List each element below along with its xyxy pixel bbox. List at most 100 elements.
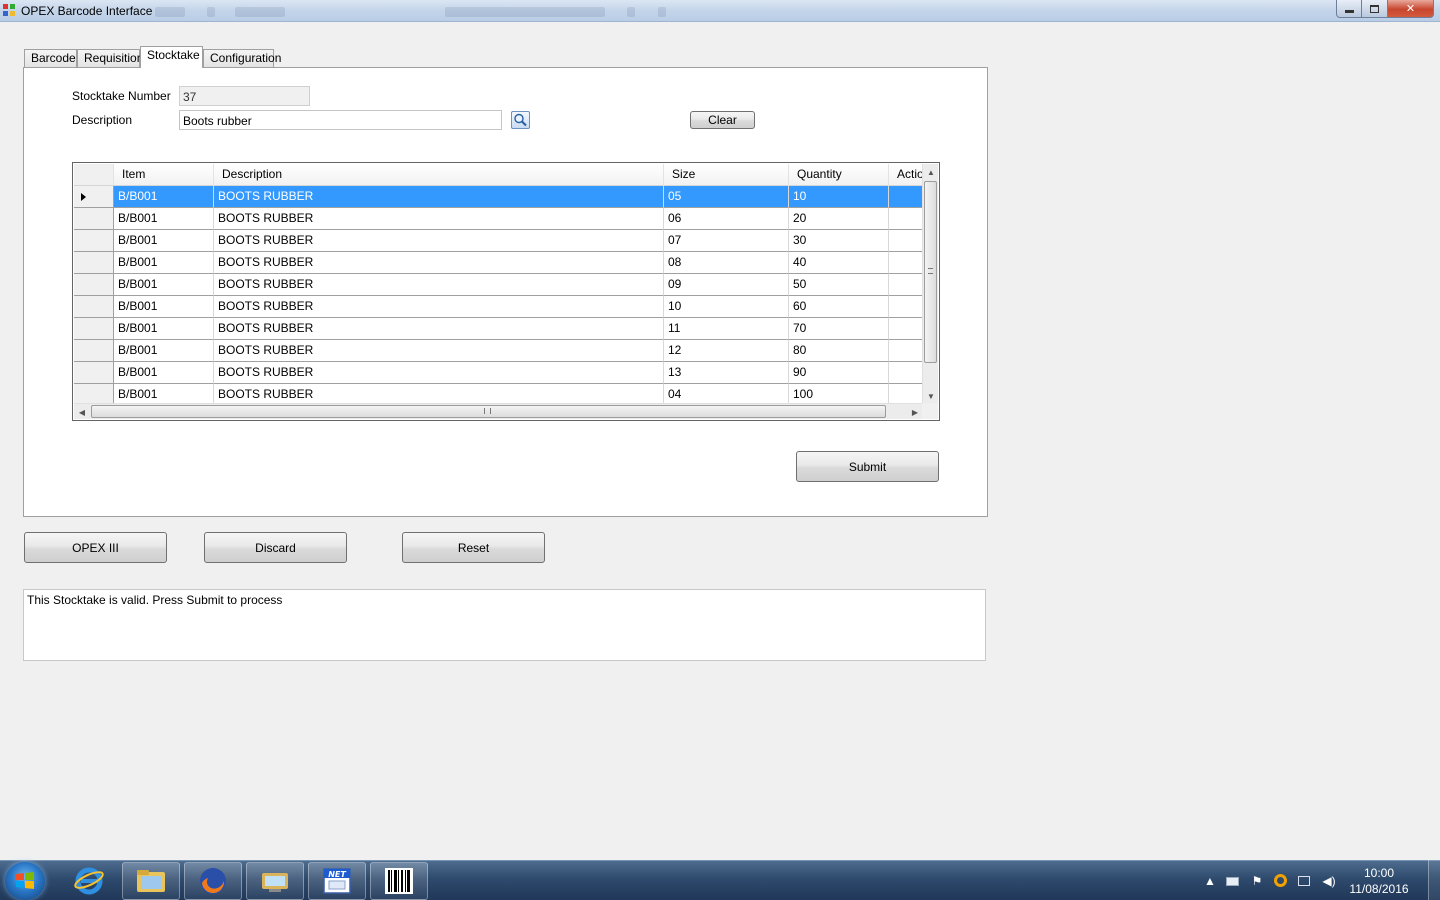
cell-description[interactable]: BOOTS RUBBER xyxy=(214,230,664,252)
maximize-button[interactable] xyxy=(1362,0,1388,18)
network-adapter-icon[interactable] xyxy=(1226,874,1240,888)
cell-item[interactable]: B/B001 xyxy=(114,186,214,208)
cell-action[interactable] xyxy=(889,296,924,318)
cell-item[interactable]: B/B001 xyxy=(114,296,214,318)
row-header[interactable] xyxy=(74,318,114,340)
column-header-quantity[interactable]: Quantity xyxy=(789,164,889,186)
column-header-size[interactable]: Size xyxy=(664,164,789,186)
cell-action[interactable] xyxy=(889,318,924,340)
cell-quantity[interactable]: 60 xyxy=(789,296,889,318)
row-header[interactable] xyxy=(74,340,114,362)
cell-description[interactable]: BOOTS RUBBER xyxy=(214,340,664,362)
tab-stocktake[interactable]: Stocktake xyxy=(140,46,203,68)
cell-action[interactable] xyxy=(889,362,924,384)
cell-description[interactable]: BOOTS RUBBER xyxy=(214,274,664,296)
tab-barcode[interactable]: Barcode xyxy=(24,49,77,67)
firefox-button[interactable] xyxy=(184,862,242,900)
cell-action[interactable] xyxy=(889,274,924,296)
cell-description[interactable]: BOOTS RUBBER xyxy=(214,252,664,274)
cell-description[interactable]: BOOTS RUBBER xyxy=(214,318,664,340)
scroll-up-icon[interactable]: ▲ xyxy=(923,164,939,180)
cell-item[interactable]: B/B001 xyxy=(114,208,214,230)
start-orb[interactable] xyxy=(5,862,45,900)
column-header-description[interactable]: Description xyxy=(214,164,664,186)
row-header[interactable] xyxy=(74,252,114,274)
stocktake-grid[interactable]: Item Description Size Quantity Action B/… xyxy=(72,162,940,421)
action-center-flag-icon[interactable]: ⚑ xyxy=(1250,874,1264,888)
table-row[interactable]: B/B001 BOOTS RUBBER 05 10 xyxy=(74,186,924,208)
table-row[interactable]: B/B001 BOOTS RUBBER 12 80 xyxy=(74,340,924,362)
submit-button[interactable]: Submit xyxy=(796,451,939,482)
cell-size[interactable]: 13 xyxy=(664,362,789,384)
cell-description[interactable]: BOOTS RUBBER xyxy=(214,296,664,318)
cell-description[interactable]: BOOTS RUBBER xyxy=(214,208,664,230)
row-header[interactable] xyxy=(74,186,114,208)
cell-action[interactable] xyxy=(889,252,924,274)
cell-quantity[interactable]: 40 xyxy=(789,252,889,274)
dotnet-app-button[interactable]: NET xyxy=(308,862,366,900)
scroll-right-icon[interactable]: ▶ xyxy=(907,404,923,420)
cell-item[interactable]: B/B001 xyxy=(114,230,214,252)
row-header[interactable] xyxy=(74,362,114,384)
cell-action[interactable] xyxy=(889,340,924,362)
cell-item[interactable]: B/B001 xyxy=(114,340,214,362)
table-row[interactable]: B/B001 BOOTS RUBBER 13 90 xyxy=(74,362,924,384)
cell-size[interactable]: 08 xyxy=(664,252,789,274)
table-row[interactable]: B/B001 BOOTS RUBBER 11 70 xyxy=(74,318,924,340)
grid-vertical-scrollbar[interactable]: ▲ ▼ xyxy=(922,164,938,404)
table-row[interactable]: B/B001 BOOTS RUBBER 09 50 xyxy=(74,274,924,296)
reset-button[interactable]: Reset xyxy=(402,532,545,563)
table-row[interactable]: B/B001 BOOTS RUBBER 06 20 xyxy=(74,208,924,230)
opex-button[interactable]: OPEX III xyxy=(24,532,167,563)
column-header-item[interactable]: Item xyxy=(114,164,214,186)
cell-size[interactable]: 12 xyxy=(664,340,789,362)
row-header[interactable] xyxy=(74,296,114,318)
cell-action[interactable] xyxy=(889,230,924,252)
cell-size[interactable]: 05 xyxy=(664,186,789,208)
cell-quantity[interactable]: 80 xyxy=(789,340,889,362)
cell-size[interactable]: 07 xyxy=(664,230,789,252)
table-row[interactable]: B/B001 BOOTS RUBBER 08 40 xyxy=(74,252,924,274)
table-row[interactable]: B/B001 BOOTS RUBBER 07 30 xyxy=(74,230,924,252)
stocktake-number-field[interactable]: 37 xyxy=(179,86,310,106)
cell-quantity[interactable]: 30 xyxy=(789,230,889,252)
update-status-icon[interactable] xyxy=(1274,874,1288,888)
vertical-scroll-thumb[interactable] xyxy=(924,181,937,363)
scroll-left-icon[interactable]: ◀ xyxy=(74,404,90,420)
close-button[interactable]: ✕ xyxy=(1388,0,1434,18)
row-header[interactable] xyxy=(74,230,114,252)
file-explorer-button[interactable] xyxy=(122,862,180,900)
cell-action[interactable] xyxy=(889,186,924,208)
internet-explorer-button[interactable] xyxy=(60,862,118,900)
cell-size[interactable]: 10 xyxy=(664,296,789,318)
row-header[interactable] xyxy=(74,208,114,230)
row-header[interactable] xyxy=(74,274,114,296)
cell-quantity[interactable]: 10 xyxy=(789,186,889,208)
cell-item[interactable]: B/B001 xyxy=(114,362,214,384)
cell-quantity[interactable]: 90 xyxy=(789,362,889,384)
clear-button[interactable]: Clear xyxy=(690,111,755,129)
cell-size[interactable]: 09 xyxy=(664,274,789,296)
cell-description[interactable]: BOOTS RUBBER xyxy=(214,186,664,208)
cell-description[interactable]: BOOTS RUBBER xyxy=(214,362,664,384)
description-field[interactable]: Boots rubber xyxy=(179,110,502,130)
cell-size[interactable]: 06 xyxy=(664,208,789,230)
cell-item[interactable]: B/B001 xyxy=(114,318,214,340)
cell-quantity[interactable]: 70 xyxy=(789,318,889,340)
volume-icon[interactable]: ◀) xyxy=(1322,874,1336,888)
cell-item[interactable]: B/B001 xyxy=(114,252,214,274)
table-row[interactable]: B/B001 BOOTS RUBBER 10 60 xyxy=(74,296,924,318)
cell-item[interactable]: B/B001 xyxy=(114,274,214,296)
network-icon[interactable] xyxy=(1298,874,1312,888)
minimize-button[interactable] xyxy=(1336,0,1362,18)
search-button[interactable] xyxy=(511,111,530,129)
cell-action[interactable] xyxy=(889,208,924,230)
column-header-action[interactable]: Action xyxy=(889,164,924,186)
tab-requisition[interactable]: Requisition xyxy=(77,49,143,67)
cell-quantity[interactable]: 50 xyxy=(789,274,889,296)
taskbar-clock[interactable]: 10:00 11/08/2016 xyxy=(1344,865,1414,897)
show-hidden-icons-icon[interactable]: ▲ xyxy=(1203,874,1217,888)
show-desktop-button[interactable] xyxy=(1428,860,1440,900)
scroll-down-icon[interactable]: ▼ xyxy=(923,388,939,404)
remote-desktop-button[interactable] xyxy=(246,862,304,900)
